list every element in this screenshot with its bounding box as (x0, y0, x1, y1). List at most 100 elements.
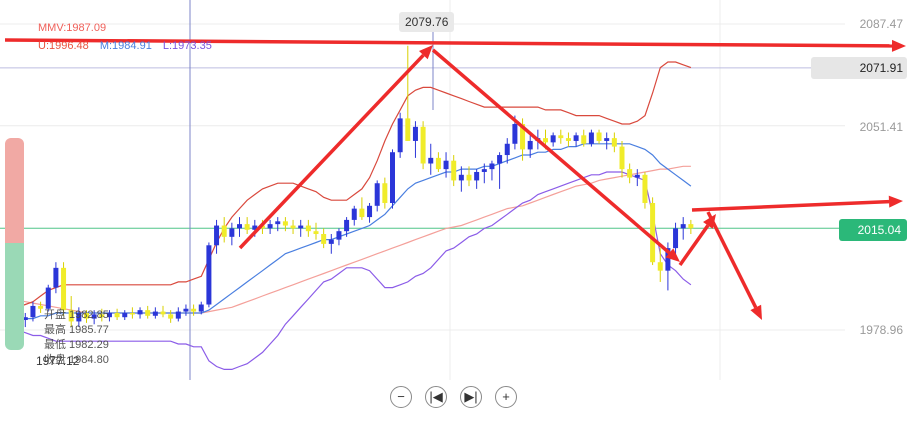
candlestick-chart[interactable] (0, 0, 907, 421)
candle-body (198, 304, 204, 312)
candle-body (244, 224, 250, 230)
ohlc-open: 开盘 1982.85 (44, 309, 109, 321)
candle-body (367, 205, 373, 218)
candle-body (290, 225, 296, 229)
candle-body (573, 135, 579, 141)
candle-body (160, 311, 166, 315)
candle-body (451, 160, 457, 181)
middle-band-line (10, 143, 692, 320)
annotation-arrow (706, 211, 758, 309)
candle-body (206, 245, 212, 305)
band-lower-value: L:1973.35 (162, 40, 212, 52)
candle-body (634, 174, 640, 178)
candle-body (588, 132, 594, 144)
candle-body (543, 138, 548, 143)
candle-body (313, 231, 319, 235)
annotation-arrow (238, 53, 425, 250)
candle-body (673, 228, 679, 249)
candle-body (657, 262, 663, 271)
candle-body (282, 221, 288, 226)
candle-body (129, 312, 135, 315)
candle-body (497, 155, 503, 164)
candle-body (359, 208, 365, 218)
candle-body (596, 132, 602, 141)
ohlc-high: 最高 1985.77 (44, 324, 109, 336)
candle-body (336, 231, 342, 240)
range-slider-bottom[interactable] (5, 243, 24, 350)
last-price-tag: 2015.04 (839, 219, 907, 241)
candle-body (152, 311, 158, 316)
low-marker-label: 1977.12 (36, 354, 80, 368)
range-slider-top[interactable] (5, 138, 24, 243)
candle-body (298, 225, 304, 229)
ohlc-tooltip: 开盘 1982.85 最高 1985.77 最低 1982.29 收盘 1984… (36, 308, 109, 368)
candle-body (175, 311, 181, 319)
zoom-out-button[interactable]: − (390, 386, 412, 408)
candle-body (275, 221, 281, 225)
candle-body (351, 208, 357, 220)
candle-body (611, 138, 617, 147)
candle-body (45, 287, 51, 309)
candle-body (428, 157, 434, 164)
candle-body (527, 140, 533, 150)
band-middle-value: M:1984.91 (99, 40, 152, 52)
candle-body (390, 152, 395, 203)
range-slider[interactable] (5, 138, 24, 350)
candle-body (328, 239, 334, 244)
candle-body (474, 171, 480, 181)
y-tick-label: 2051.41 (859, 120, 903, 134)
candle-body (374, 183, 380, 206)
candle-body (604, 138, 610, 141)
mmv-line (9, 165, 691, 314)
candle-body (237, 224, 242, 229)
annotation-arrow (691, 199, 890, 212)
upper-band-line (9, 61, 692, 311)
candle-body (137, 310, 143, 315)
candle-body (550, 135, 556, 143)
ohlc-low: 最低 1982.29 (44, 339, 109, 351)
candle-body (405, 118, 411, 141)
candle-body (688, 224, 694, 229)
candle-body (466, 174, 472, 181)
candle-body (420, 126, 426, 164)
mmv-indicator: MMV:1987.09 (38, 22, 107, 34)
lower-band-line (9, 171, 692, 370)
candle-body (481, 169, 487, 172)
candle-body (458, 174, 464, 181)
candle-body (214, 225, 220, 246)
candle-body (321, 234, 327, 244)
candle-body (30, 305, 36, 318)
candle-body (627, 169, 633, 178)
candle-body (489, 163, 495, 170)
candle-body (145, 310, 151, 316)
annotation-arrow (678, 224, 710, 267)
next-button[interactable]: ▶| (460, 386, 482, 408)
candle-body (305, 225, 311, 232)
candle-body (183, 308, 189, 312)
candle-body (114, 312, 120, 318)
candle-body (504, 143, 510, 156)
candle-body (565, 138, 571, 141)
candle-body (267, 224, 273, 229)
candle-body (619, 146, 625, 170)
annotation-arrow-head (891, 39, 906, 52)
candle-body (558, 135, 564, 139)
candle-body (581, 135, 587, 144)
period-high-tag: 2079.76 (399, 12, 455, 32)
candle-body (53, 267, 59, 288)
candle-body (221, 225, 227, 237)
candle-body (168, 314, 174, 319)
band-indicators: U:1996.48 M:1984.91 L:1973.35 (38, 40, 220, 52)
candle-body (435, 157, 441, 170)
candle-body (122, 312, 128, 318)
candle-body (443, 160, 449, 170)
candle-body (61, 267, 67, 311)
candle-body (397, 118, 403, 153)
alert-price-tag[interactable]: 2071.91 (811, 57, 907, 79)
zoom-in-button[interactable]: + (495, 386, 517, 408)
candle-body (191, 308, 197, 312)
candle-body (382, 183, 388, 203)
previous-button[interactable]: |◀ (425, 386, 447, 408)
candle-body (38, 305, 44, 309)
annotation-arrow-head (888, 195, 903, 208)
